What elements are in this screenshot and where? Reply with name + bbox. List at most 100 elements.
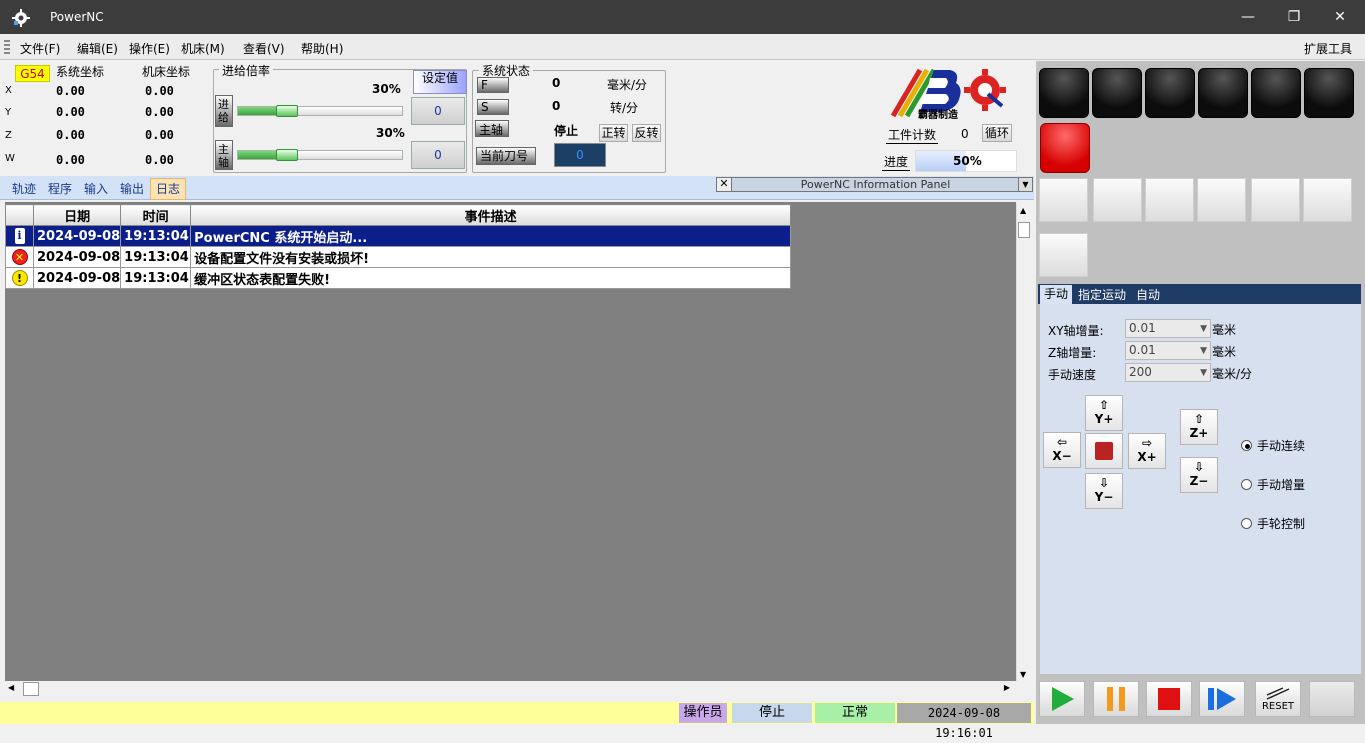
table-row[interactable]: i 2024-09-08 19:13:04 PowerCNC 系统开始启动...: [5, 225, 792, 247]
menu-edit[interactable]: 编辑(E): [77, 40, 118, 57]
feed-slider[interactable]: [237, 106, 403, 116]
gear-app-icon: [12, 9, 30, 27]
z-increment-label: Z轴增量:: [1048, 346, 1097, 360]
title-bar: [0, 0, 1365, 34]
info-panel-dropdown-icon[interactable]: ▼: [1018, 178, 1032, 191]
jog-y-plus-button[interactable]: ⇧ Y+: [1085, 395, 1123, 431]
z-increment-unit: 毫米: [1212, 345, 1237, 359]
close-button[interactable]: ✕: [1317, 0, 1363, 34]
function-button-5[interactable]: [1251, 68, 1301, 118]
row-time: 19:13:04: [120, 246, 192, 268]
feed-set-value[interactable]: 0: [411, 97, 465, 125]
z-increment-select[interactable]: 0.01 ▼: [1125, 341, 1211, 360]
jog-x-minus-button[interactable]: ⇦ X−: [1043, 432, 1081, 468]
spindle-slider[interactable]: [237, 150, 403, 160]
axis-w-sys: 0.00: [56, 153, 85, 167]
extra-button[interactable]: [1309, 681, 1355, 717]
start-button[interactable]: [1039, 681, 1085, 717]
reverse-button[interactable]: 反转: [632, 124, 661, 142]
mode-continuous-radio[interactable]: [1241, 440, 1252, 451]
row-icon-cell: i: [5, 225, 34, 247]
vertical-scrollbar[interactable]: ▲ ▼: [1016, 204, 1030, 681]
menu-help[interactable]: 帮助(H): [301, 40, 343, 57]
horizontal-scrollbar[interactable]: ◀ ▶: [5, 681, 1016, 697]
mode-increment-radio[interactable]: [1241, 479, 1252, 490]
vertical-scroll-thumb[interactable]: [1018, 222, 1030, 238]
spindle-rate-label: 主轴: [215, 140, 233, 170]
axis-y-label: Y: [5, 107, 12, 118]
aux-button-2[interactable]: [1093, 178, 1142, 222]
scroll-left-icon[interactable]: ◀: [8, 683, 14, 692]
time-column-header[interactable]: 时间: [120, 204, 192, 226]
table-row[interactable]: ✕ 2024-09-08 19:13:04 设备配置文件没有安装或损坏!: [5, 246, 792, 268]
aux-button-1[interactable]: [1039, 178, 1088, 222]
jog-stop-button[interactable]: [1085, 433, 1123, 469]
tool-number-label: 当前刀号: [476, 147, 536, 165]
function-button-3[interactable]: [1145, 68, 1195, 118]
aux-button-7[interactable]: [1039, 233, 1088, 277]
menu-operate[interactable]: 操作(E): [129, 40, 170, 57]
jog-z-plus-button[interactable]: ⇧ Z+: [1180, 409, 1218, 445]
minimize-button[interactable]: —: [1225, 0, 1271, 34]
menu-machine[interactable]: 机床(M): [181, 40, 225, 57]
loop-button[interactable]: 循环: [982, 124, 1012, 142]
xy-increment-select[interactable]: 0.01 ▼: [1125, 319, 1211, 338]
axis-w-label: W: [5, 153, 15, 164]
aux-button-5[interactable]: [1251, 178, 1300, 222]
tab-specified-motion[interactable]: 指定运动: [1078, 286, 1126, 303]
tab-input[interactable]: 输入: [84, 180, 108, 197]
menu-file[interactable]: 文件(F): [20, 40, 60, 57]
aux-button-6[interactable]: [1303, 178, 1352, 222]
reset-button[interactable]: RESET: [1255, 681, 1301, 717]
jog-z-minus-button[interactable]: ⇩ Z−: [1180, 457, 1218, 493]
manual-speed-value: 200: [1129, 365, 1152, 379]
feed-f-label: F: [477, 77, 509, 93]
machine-coords-label: 机床坐标: [142, 65, 191, 79]
horizontal-scroll-thumb[interactable]: [23, 682, 39, 696]
stop-button[interactable]: [1146, 681, 1192, 717]
tab-manual[interactable]: 手动: [1040, 285, 1072, 304]
axis-z-mach: 0.00: [145, 128, 174, 142]
mode-handwheel-radio[interactable]: [1241, 518, 1252, 529]
tab-log[interactable]: 日志: [150, 178, 186, 200]
scroll-up-icon[interactable]: ▲: [1020, 206, 1026, 215]
feed-slider-thumb[interactable]: [275, 105, 298, 117]
function-button-6[interactable]: [1304, 68, 1354, 118]
menu-extend-tools[interactable]: 扩展工具: [1304, 40, 1352, 57]
info-panel-close-icon[interactable]: ✕: [717, 178, 732, 191]
row-date: 2024-09-08: [32, 246, 122, 268]
mode-increment-label: 手动增量: [1257, 478, 1306, 492]
manual-speed-select[interactable]: 200 ▼: [1125, 363, 1211, 382]
aux-button-4[interactable]: [1197, 178, 1246, 222]
status-health: 正常: [815, 703, 895, 723]
function-button-2[interactable]: [1092, 68, 1142, 118]
tab-output[interactable]: 输出: [120, 180, 144, 197]
row-icon-cell: ✕: [5, 246, 34, 268]
menu-view[interactable]: 查看(V): [243, 40, 285, 57]
pause-button[interactable]: [1093, 681, 1139, 717]
tab-auto[interactable]: 自动: [1136, 286, 1160, 303]
window-title: PowerNC: [50, 10, 104, 24]
spindle-slider-thumb[interactable]: [275, 149, 298, 161]
scroll-down-icon[interactable]: ▼: [1020, 670, 1026, 679]
arrow-up-icon: ⇧: [1193, 412, 1205, 426]
tab-trajectory[interactable]: 轨迹: [12, 180, 36, 197]
minimize-icon: —: [1241, 9, 1255, 25]
scroll-right-icon[interactable]: ▶: [1004, 683, 1010, 692]
table-row[interactable]: ! 2024-09-08 19:13:04 缓冲区状态表配置失败!: [5, 267, 792, 289]
spindle-state: 停止: [554, 124, 579, 138]
tab-program[interactable]: 程序: [48, 180, 72, 197]
step-button[interactable]: [1199, 681, 1245, 717]
jog-x-plus-button[interactable]: ⇨ X+: [1128, 433, 1166, 469]
forward-button[interactable]: 正转: [599, 124, 628, 142]
aux-button-3[interactable]: [1145, 178, 1194, 222]
maximize-button[interactable]: ❐: [1271, 0, 1317, 34]
function-button-1[interactable]: [1039, 68, 1089, 118]
jog-y-minus-button[interactable]: ⇩ Y−: [1085, 473, 1123, 509]
description-column-header[interactable]: 事件描述: [190, 204, 792, 226]
icon-column-header: [5, 204, 34, 226]
function-button-4[interactable]: [1198, 68, 1248, 118]
alarm-button[interactable]: [1040, 123, 1090, 173]
date-column-header[interactable]: 日期: [32, 204, 122, 226]
spindle-set-value[interactable]: 0: [411, 141, 465, 169]
